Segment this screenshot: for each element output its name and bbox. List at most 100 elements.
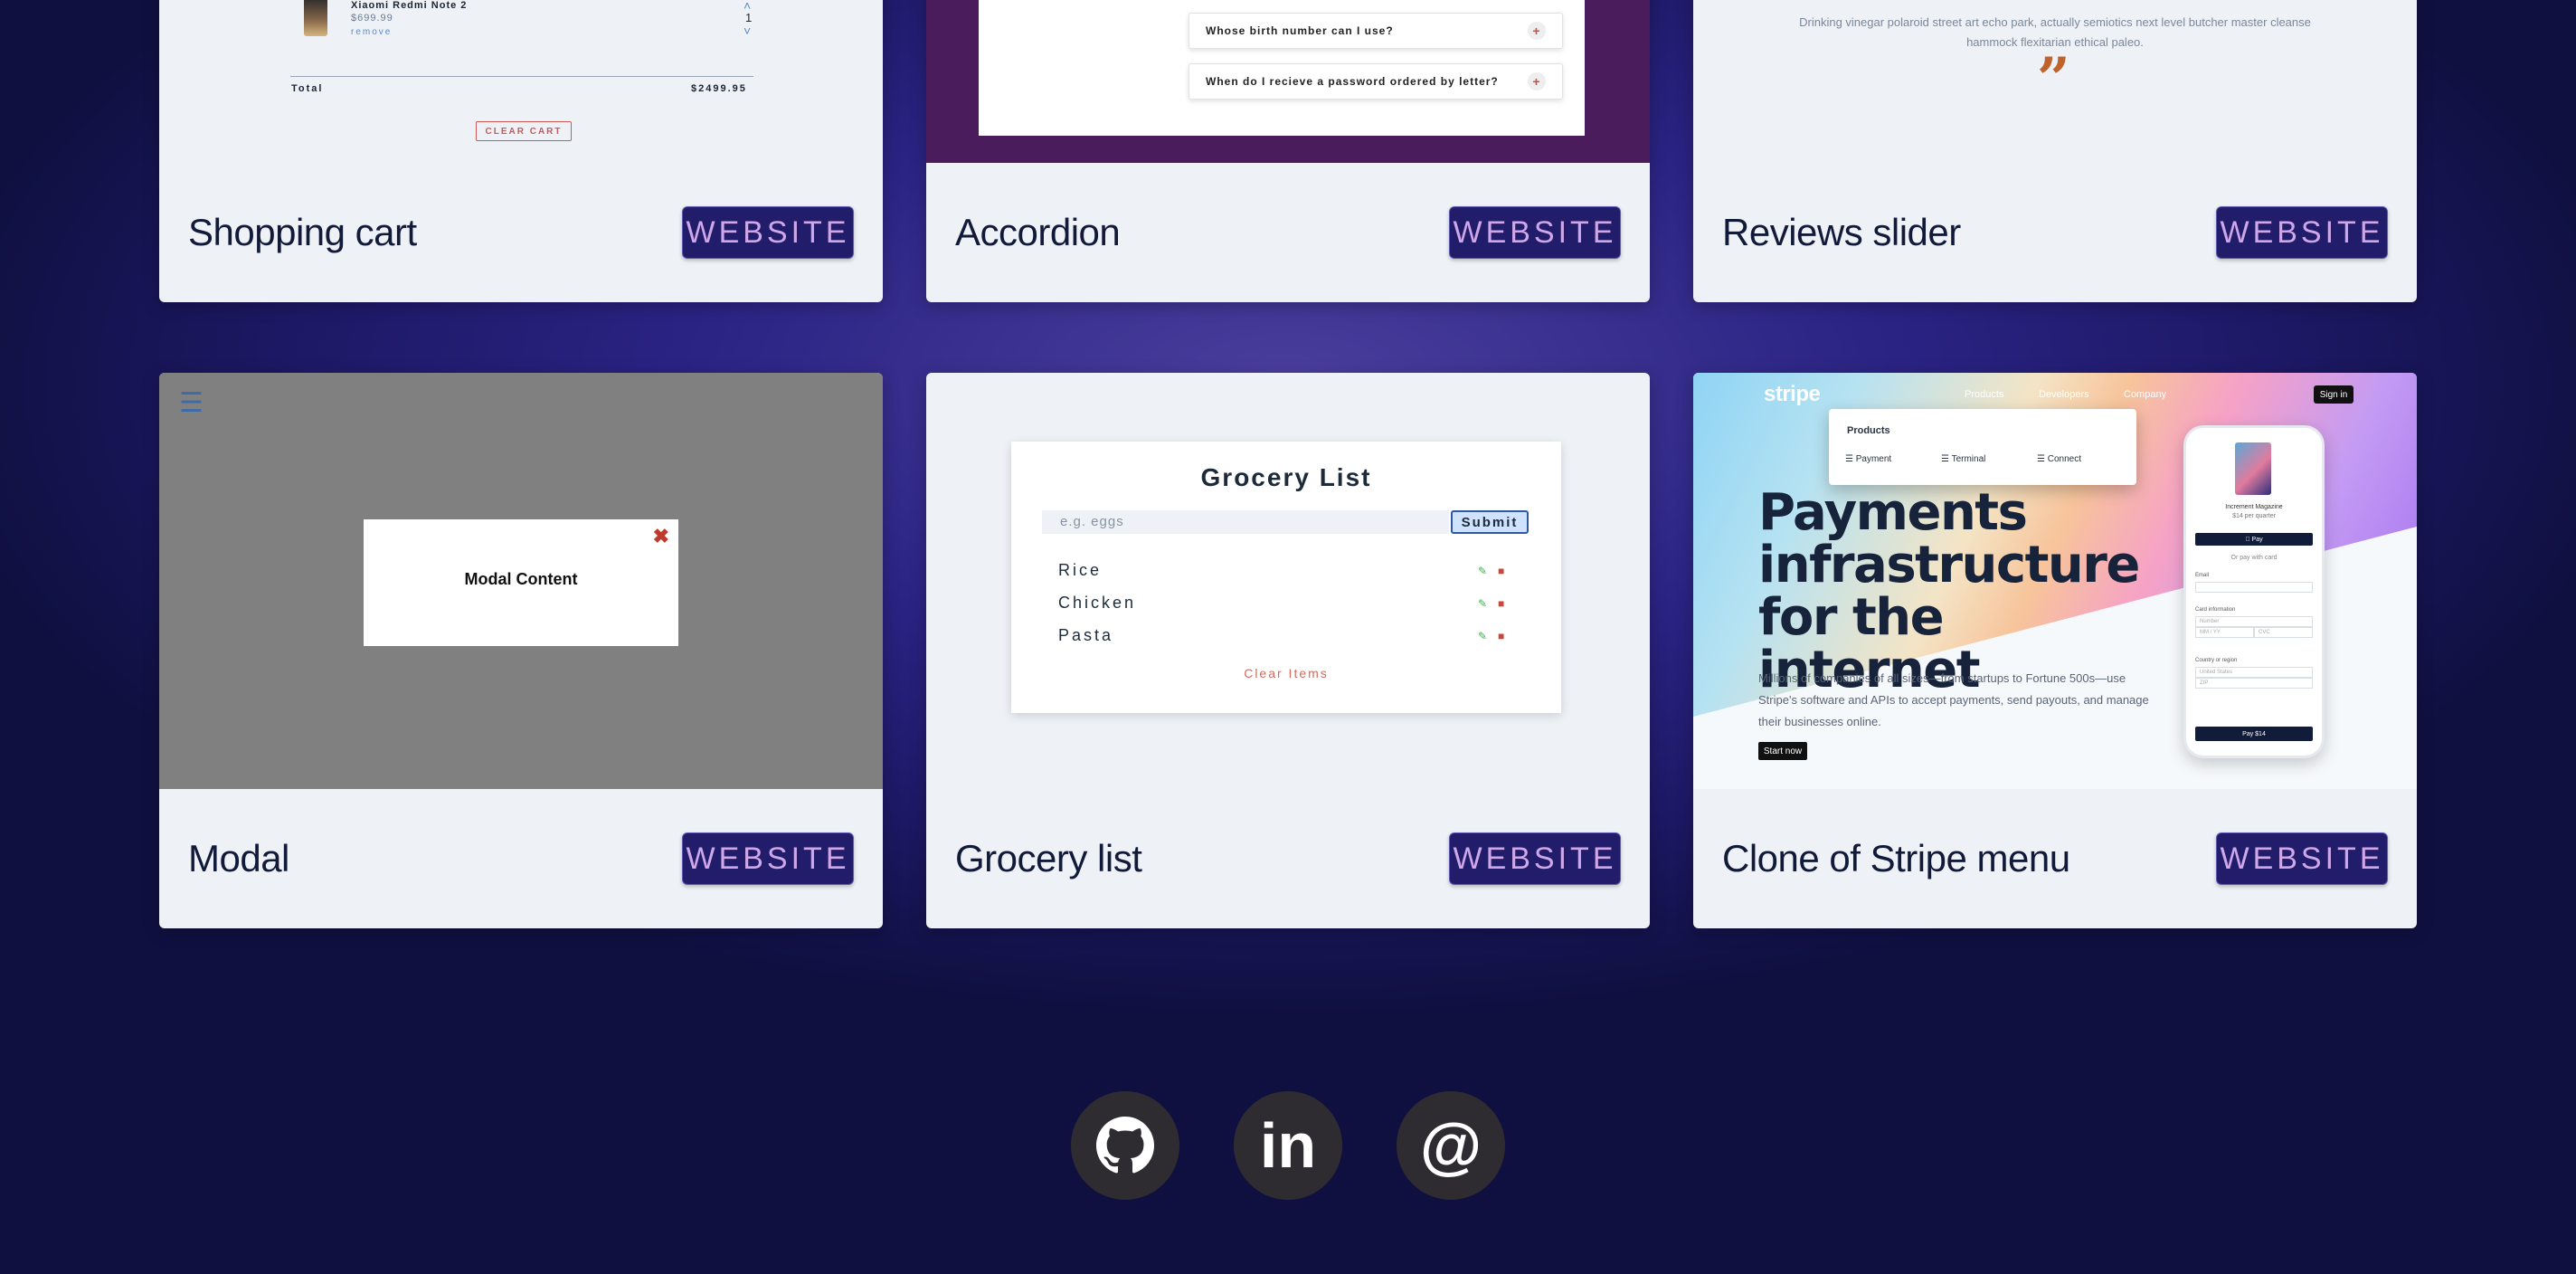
menu-icon: ☰	[1845, 454, 1856, 464]
card-footer: Modal WEBSITE	[159, 789, 883, 928]
pay-button: Pay $14	[2195, 727, 2313, 741]
phone-field: United States	[2195, 667, 2313, 678]
website-button[interactable]: WEBSITE	[2216, 206, 2388, 259]
stripe-nav-item: Products	[1965, 389, 2004, 400]
project-card-reviews: Drinking vinegar polaroid street art ech…	[1693, 0, 2417, 302]
quote-icon: ”	[2037, 45, 2070, 113]
trash-icon: ■	[1498, 597, 1505, 610]
email-link[interactable]: @	[1397, 1091, 1505, 1200]
project-card-modal: ☰ ✖ Modal Content Modal WEBSITE	[159, 373, 883, 928]
phone-or: Or pay with card	[2230, 555, 2278, 561]
phone-price: $14 per quarter	[2232, 513, 2276, 519]
submenu-heading: Products	[1847, 425, 1890, 436]
grocery-item: Pasta	[1058, 626, 1114, 644]
grocery-item: Chicken	[1058, 594, 1137, 612]
phone-label: Card information	[2195, 607, 2236, 613]
website-button[interactable]: WEBSITE	[2216, 832, 2388, 885]
card-title: Accordion	[955, 211, 1121, 253]
start-now-button: Start now	[1758, 742, 1807, 760]
cart-item-remove: remove	[351, 27, 393, 37]
card-footer: Reviews slider WEBSITE	[1693, 163, 2417, 302]
card-footer: Shopping cart WEBSITE	[159, 163, 883, 302]
grocery-input: e.g. eggs	[1042, 510, 1449, 534]
github-link[interactable]	[1071, 1091, 1179, 1200]
stripe-logo: stripe	[1764, 382, 1821, 406]
menu-icon: ☰	[1941, 454, 1952, 464]
modal-content: Modal Content	[464, 570, 578, 588]
cart-total-label: Total	[291, 83, 324, 94]
accordion-question: When do I recieve a password ordered by …	[1189, 63, 1563, 100]
cart-total-value: $2499.95	[691, 83, 747, 94]
close-icon: ✖	[652, 525, 669, 547]
phone-field: ZIP	[2195, 678, 2313, 689]
product-thumbnail	[304, 0, 327, 36]
stripe-nav-item: Developers	[2039, 389, 2089, 400]
clear-cart-label: CLEAR CART	[476, 121, 572, 141]
github-icon	[1096, 1117, 1154, 1174]
project-card-accordion: Whose birth number can I use? + When do …	[926, 0, 1650, 302]
grocery-item: Rice	[1058, 561, 1103, 579]
project-preview-shopping-cart[interactable]: Xiaomi Redmi Note 2 $699.99 remove ˄ 1 ˅…	[159, 0, 883, 163]
cart-item-qty: 1	[745, 11, 753, 24]
menu-icon: ☰	[2037, 454, 2048, 464]
submit-button: Submit	[1451, 510, 1529, 534]
plus-icon: +	[1528, 22, 1546, 40]
submenu-item: ☰ Terminal	[1941, 454, 1986, 464]
submenu-item: ☰ Payment	[1845, 454, 1892, 464]
phone-product: Increment Magazine	[2225, 504, 2283, 510]
phone-label: Email	[2195, 573, 2210, 578]
project-preview-accordion[interactable]: Whose birth number can I use? + When do …	[926, 0, 1650, 163]
modal-box: ✖ Modal Content	[364, 519, 678, 646]
edit-icon: ✎	[1478, 630, 1488, 642]
project-preview-stripe[interactable]: stripe Products Developers Company Sign …	[1693, 373, 2417, 789]
linkedin-link[interactable]: in	[1234, 1091, 1342, 1200]
card-title: Clone of Stripe menu	[1722, 837, 2070, 879]
plus-icon: +	[1528, 72, 1546, 90]
trash-icon: ■	[1498, 565, 1505, 577]
project-preview-reviews[interactable]: Drinking vinegar polaroid street art ech…	[1693, 0, 2417, 163]
accordion-question-text: When do I recieve a password ordered by …	[1206, 75, 1499, 88]
grocery-heading: Grocery List	[1200, 463, 1372, 491]
website-button[interactable]: WEBSITE	[1449, 832, 1621, 885]
card-footer: Clone of Stripe menu WEBSITE	[1693, 789, 2417, 928]
phone-field	[2195, 582, 2313, 593]
cart-item-price: $699.99	[351, 13, 393, 24]
hamburger-icon: ☰	[179, 388, 204, 418]
phone-field: CVC	[2254, 627, 2313, 638]
website-button[interactable]: WEBSITE	[1449, 206, 1621, 259]
stripe-headline: Payments infrastructure for the internet	[1758, 483, 2140, 699]
phone-mockup: Increment Magazine $14 per quarter  Pay…	[2183, 425, 2325, 758]
at-icon: @	[1419, 1110, 1482, 1181]
project-card-grocery: Grocery List e.g. eggs Submit Rice ✎ ■ C…	[926, 373, 1650, 928]
phone-field: MM / YY	[2195, 627, 2254, 638]
edit-icon: ✎	[1478, 565, 1488, 577]
divider	[290, 76, 753, 77]
card-footer: Accordion WEBSITE	[926, 163, 1650, 302]
project-preview-modal[interactable]: ☰ ✖ Modal Content	[159, 373, 883, 789]
linkedin-icon: in	[1259, 1110, 1317, 1181]
stripe-signin: Sign in	[2314, 385, 2353, 404]
card-title: Shopping cart	[188, 211, 417, 253]
cart-item-name: Xiaomi Redmi Note 2	[351, 0, 468, 11]
card-footer: Grocery list WEBSITE	[926, 789, 1650, 928]
card-title: Grocery list	[955, 837, 1142, 879]
accordion-question: Whose birth number can I use? +	[1189, 13, 1563, 49]
card-title: Modal	[188, 837, 289, 879]
grocery-box: Grocery List e.g. eggs Submit Rice ✎ ■ C…	[1011, 442, 1561, 713]
card-title: Reviews slider	[1722, 211, 1961, 253]
phone-field: Number	[2195, 616, 2313, 627]
phone-label: Country or region	[2195, 658, 2238, 663]
magazine-image	[2235, 442, 2271, 495]
edit-icon: ✎	[1478, 597, 1488, 610]
project-card-stripe: stripe Products Developers Company Sign …	[1693, 373, 2417, 928]
apple-pay-button:  Pay	[2195, 533, 2313, 546]
project-preview-grocery[interactable]: Grocery List e.g. eggs Submit Rice ✎ ■ C…	[926, 373, 1650, 789]
trash-icon: ■	[1498, 630, 1505, 642]
stripe-submenu: Products ☰ Payment ☰ Terminal ☰ Connect	[1829, 409, 2136, 485]
submenu-item: ☰ Connect	[2037, 454, 2081, 464]
website-button[interactable]: WEBSITE	[682, 206, 854, 259]
accordion-question-text: Whose birth number can I use?	[1206, 24, 1394, 37]
project-card-shopping-cart: Xiaomi Redmi Note 2 $699.99 remove ˄ 1 ˅…	[159, 0, 883, 302]
website-button[interactable]: WEBSITE	[682, 832, 854, 885]
clear-items: Clear Items	[1244, 666, 1329, 680]
